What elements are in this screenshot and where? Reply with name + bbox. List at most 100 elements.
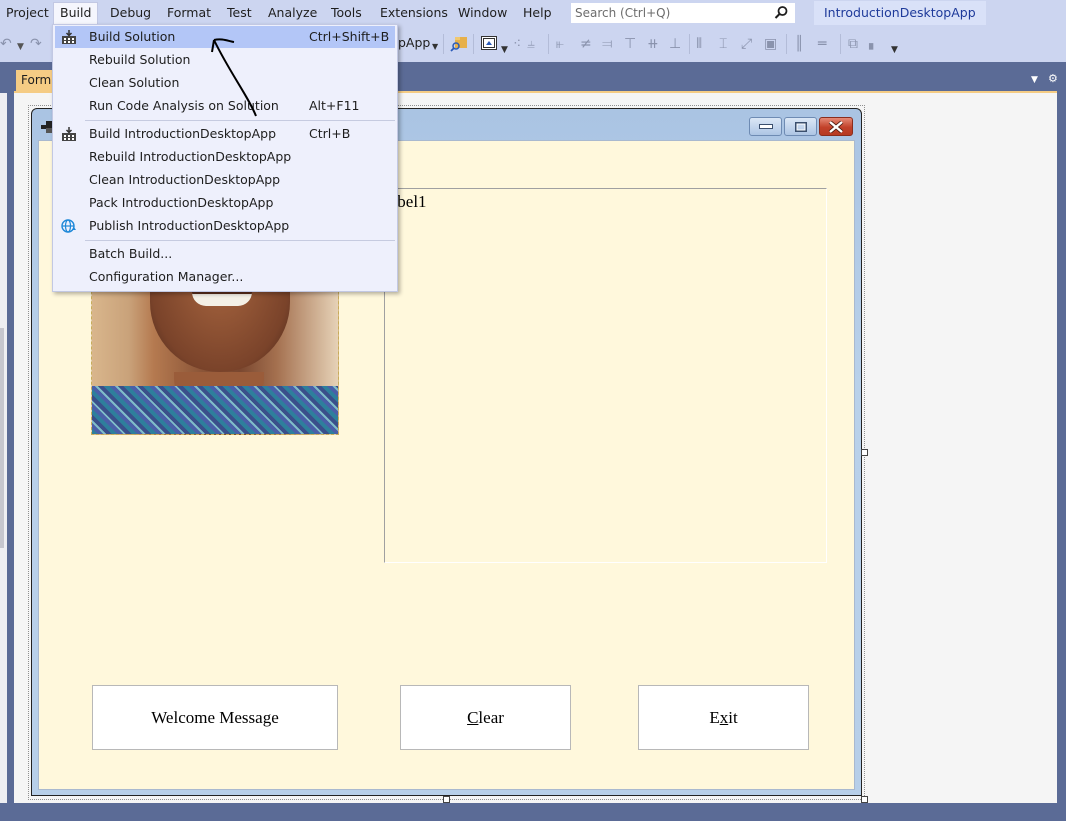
toolbar-separator [443,34,444,54]
menu-item-build-project[interactable]: Build IntroductionDesktopApp Ctrl+B [55,123,395,145]
align-middle-icon[interactable]: ⧺ [647,36,659,52]
bring-to-front-icon[interactable]: ⧉ [848,36,858,52]
align-to-grid-icon[interactable]: ⁖ [513,36,521,52]
menu-project[interactable]: Project [0,2,55,24]
align-top-icon[interactable]: ⊤ [624,36,636,52]
build-icon [62,30,76,44]
resize-handle-bottom[interactable] [443,796,450,803]
menu-separator [85,120,395,121]
toolbar-separator [548,34,549,54]
redo-icon[interactable]: ↷ [30,36,42,52]
menu-item-shortcut: Alt+F11 [309,98,360,113]
menu-separator [85,240,395,241]
build-menu-dropdown: Build Solution Ctrl+Shift+B Rebuild Solu… [52,24,398,292]
undo-dropdown-icon[interactable]: ▼ [17,39,24,55]
make-same-size-icon[interactable]: ⤢ [741,36,752,52]
tab-list-dropdown-icon[interactable]: ▼ [1031,75,1038,85]
menu-item-label: Run Code Analysis on Solution [89,98,279,113]
menu-window[interactable]: Window [452,2,513,24]
minimize-icon [758,123,773,129]
view-designer-icon[interactable] [481,36,497,50]
close-icon [828,120,844,133]
exit-label-start: E [709,707,720,727]
search-icon[interactable] [773,5,789,21]
menu-tools[interactable]: Tools [325,2,368,24]
menu-item-label: Clean Solution [89,75,180,90]
clear-mnemonic: C [467,707,479,727]
menu-help[interactable]: Help [517,2,558,24]
menu-item-configuration-manager[interactable]: Configuration Manager... [55,266,395,288]
left-pane-scrollbar[interactable] [0,328,4,548]
exit-button[interactable]: Exit [638,685,809,750]
maximize-button[interactable] [784,117,817,136]
menu-test[interactable]: Test [221,2,258,24]
menu-item-clean-project[interactable]: Clean IntroductionDesktopApp [55,169,395,191]
find-in-files-icon[interactable] [450,34,468,52]
align-left-icon[interactable]: ⫦ [556,36,564,52]
menu-extensions[interactable]: Extensions [374,2,454,24]
photo-smile [192,292,252,306]
toolbar-separator [840,34,841,54]
menu-item-rebuild-solution[interactable]: Rebuild Solution [55,49,395,71]
size-to-grid-icon[interactable]: ▣ [764,36,777,52]
menu-item-label: Pack IntroductionDesktopApp [89,195,274,210]
welcome-message-label: Welcome Message [151,707,279,727]
clear-button[interactable]: Clear [400,685,571,750]
undo-icon[interactable]: ↶ [0,36,12,52]
close-button[interactable] [819,117,853,136]
vertical-spacing-icon[interactable]: ═ [818,36,826,52]
horizontal-spacing-icon[interactable]: ║ [795,36,803,52]
menu-item-build-solution[interactable]: Build Solution Ctrl+Shift+B [55,26,395,48]
label-panel[interactable]: label1 [384,188,827,563]
exit-mnemonic: x [719,707,729,727]
photo-shirt [92,386,338,434]
menu-item-rebuild-project[interactable]: Rebuild IntroductionDesktopApp [55,146,395,168]
toolbar-overflow-icon[interactable]: ▼ [501,42,508,58]
clear-label: Clear [467,708,504,728]
menu-item-batch-build[interactable]: Batch Build... [55,243,395,265]
toolbar-separator [473,34,474,54]
search-input[interactable] [571,3,761,23]
menu-debug[interactable]: Debug [104,2,157,24]
resize-handle-bottom-right[interactable] [861,796,868,803]
menu-format[interactable]: Format [161,2,217,24]
minimize-button[interactable] [749,117,782,136]
menu-item-label: Publish IntroductionDesktopApp [89,218,290,233]
menu-item-label: Build IntroductionDesktopApp [89,126,277,141]
publish-globe-icon [61,219,76,233]
resize-handle-right[interactable] [861,449,868,456]
welcome-message-button[interactable]: Welcome Message [92,685,338,750]
menu-item-label: Clean IntroductionDesktopApp [89,172,281,187]
send-to-back-icon[interactable]: ▖ [869,36,877,52]
toolbar-separator [786,34,787,54]
exit-label: Exit [709,708,737,728]
menu-item-run-code-analysis[interactable]: Run Code Analysis on Solution Alt+F11 [55,95,395,117]
make-same-height-icon[interactable]: ⌶ [719,36,727,52]
menu-item-shortcut: Ctrl+B [309,126,351,141]
menu-bar: Project Build Debug Format Test Analyze … [0,0,1066,26]
build-icon [62,127,76,141]
menu-item-clean-solution[interactable]: Clean Solution [55,72,395,94]
toolbar-customize-icon[interactable]: ▼ [891,42,898,58]
search-box[interactable] [570,2,796,24]
make-same-width-icon[interactable]: ⦀ [696,36,702,52]
exit-label-rest: it [728,707,738,727]
align-right-icon[interactable]: ⫤ [602,36,613,52]
menu-item-pack-project[interactable]: Pack IntroductionDesktopApp [55,192,395,214]
startup-project-selector[interactable]: pApp [398,35,430,50]
align-bottom-icon[interactable]: ⊥ [669,36,681,52]
tab-settings-gear-icon[interactable]: ⚙ [1048,72,1058,85]
toolbar-separator [689,34,690,54]
align-lefts-icon[interactable]: ⫨ [527,36,535,52]
menu-item-label: Rebuild Solution [89,52,191,67]
menu-build[interactable]: Build [53,2,99,24]
left-tool-pane [0,93,7,803]
menu-item-label: Configuration Manager... [89,269,244,284]
menu-item-label: Batch Build... [89,246,173,261]
menu-item-label: Rebuild IntroductionDesktopApp [89,149,292,164]
menu-item-label: Build Solution [89,29,176,44]
align-center-icon[interactable]: ≠ [580,36,592,52]
startup-dropdown-icon[interactable]: ▼ [432,39,438,55]
menu-analyze[interactable]: Analyze [262,2,323,24]
menu-item-publish-project[interactable]: Publish IntroductionDesktopApp [55,215,395,237]
